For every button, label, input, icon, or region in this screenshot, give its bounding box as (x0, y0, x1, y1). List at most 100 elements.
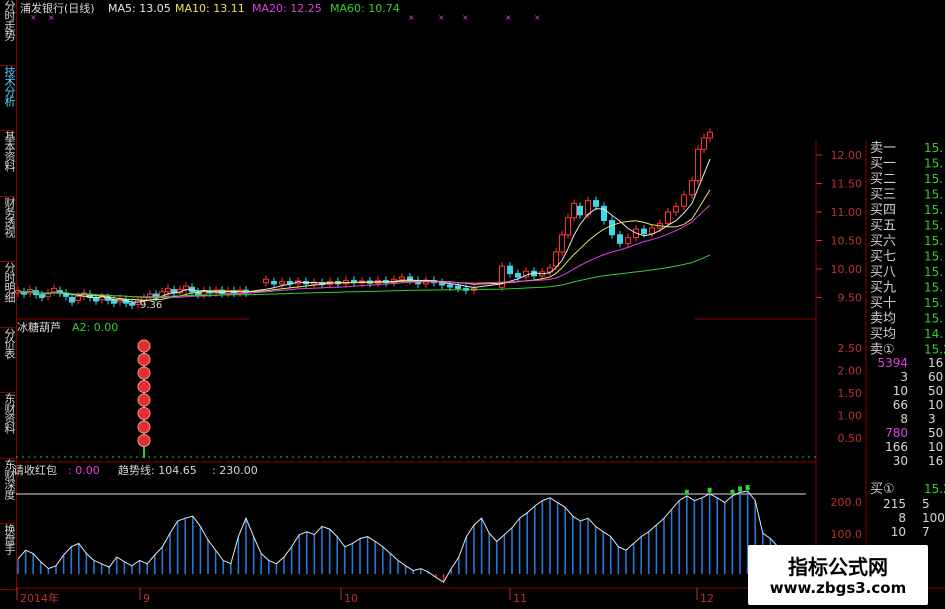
candle-25 (165, 287, 171, 293)
ind1-tick-3: 1.00 (838, 410, 863, 423)
ob-label-3: 买三 (870, 188, 896, 203)
ob-queue2-a-2: 10 (891, 525, 906, 539)
ob-queue-a-6: 166 (885, 440, 908, 454)
candle-89 (673, 205, 679, 213)
top-marker-3: × (438, 13, 445, 22)
top-marker-2: × (408, 13, 415, 22)
candle-56 (399, 276, 405, 280)
ind2-peak-88 (684, 489, 689, 495)
indicator1-name: 冰糖葫芦 (17, 320, 61, 334)
y-tick-label-4: 10.00 (831, 263, 863, 276)
ind1-tick-1: 2.00 (838, 365, 863, 378)
x-label-4: 12 (700, 592, 714, 605)
ob-label-10: 买十 (870, 296, 896, 311)
watermark-url: www.zbgs3.com (769, 579, 907, 597)
tanghulu-ball-3 (137, 380, 151, 393)
candle-68 (515, 273, 521, 278)
candle-40 (271, 281, 277, 285)
candle-76 (571, 202, 577, 219)
ind1-tick-2: 1.50 (838, 387, 863, 400)
ma-legend-item-0: MA5: 13.05 (108, 2, 171, 15)
candle-90 (681, 194, 687, 207)
ob-queue-a-5: 780 (885, 426, 908, 440)
ob-label-2: 买二 (870, 172, 896, 187)
ma-legend-item-1: MA10: 13.11 (175, 2, 245, 15)
ob-queue-b-3: 10 (928, 398, 943, 412)
low-price-marker: 9.36 (140, 300, 162, 311)
ind1-tick-0: 2.50 (838, 342, 863, 355)
ob-queue2-b-2: 7 (922, 525, 930, 539)
ob-value-0: 15. (924, 141, 943, 155)
x-axis: 2014年 9 10 11 12 (16, 588, 714, 605)
candle-41 (279, 281, 285, 285)
ma-legend-item-3: MA60: 10.74 (330, 2, 400, 15)
ind2-envelope (17, 490, 802, 583)
ind1-tick-4: 0.50 (838, 432, 863, 445)
y-tick-label-3: 10.50 (831, 235, 863, 248)
ind2-tick-0: 200.0 (831, 496, 863, 509)
ob-value-8: 15. (924, 265, 943, 279)
ob-label-9: 买九 (870, 281, 896, 296)
stock-chart: 12.0011.5011.0010.5010.009.50 浦发银行(日线) M… (13, 0, 945, 605)
tanghulu-ball-1 (137, 353, 151, 366)
candle-79 (593, 200, 599, 207)
x-label-3: 11 (513, 592, 527, 605)
ob-buy1-value: 15.2 (924, 482, 945, 496)
ob-value-2: 15. (924, 172, 943, 186)
ob-queue-b-6: 10 (928, 440, 943, 454)
top-marker-6: × (534, 13, 541, 22)
indicator2-value: : 0.00 (68, 464, 100, 477)
candle-75 (565, 217, 571, 236)
ob-value-1: 15. (924, 157, 943, 171)
indicator1-y-axis: 2.50 2.00 1.50 1.00 0.50 (838, 342, 863, 445)
x-label-1: 9 (143, 592, 150, 605)
candle-19 (129, 302, 135, 306)
ob-queue2-a-0: 215 (883, 497, 906, 511)
indicator2-name: 请收红包 (13, 463, 57, 477)
indicator2-trend: 趋势线: 104.65 (118, 463, 197, 477)
ob-queue-a-2: 10 (893, 384, 908, 398)
ob-queue-a-1: 3 (900, 370, 908, 384)
ob-value-6: 15. (924, 234, 943, 248)
ob-queue-a-3: 66 (893, 398, 908, 412)
ob-queue-b-7: 16 (928, 454, 943, 468)
tanghulu-ball-4 (137, 393, 151, 407)
ind2-peak-94 (730, 489, 735, 495)
ob-label-8: 买八 (870, 265, 896, 280)
candle-10 (75, 295, 81, 301)
ob-value-13: 15.2 (924, 343, 945, 357)
indicator2-y-axis: 200.0 100.0 (831, 496, 863, 541)
candle-67 (507, 265, 513, 275)
ob-buy1-label: 买① (870, 482, 895, 497)
top-marker-4: × (462, 13, 469, 22)
candle-86 (649, 227, 655, 235)
ob-label-5: 买五 (870, 219, 896, 234)
ob-value-12: 14. (924, 327, 943, 341)
ma-legend: MA5: 13.05 MA10: 13.11 MA20: 12.25 MA60: 10… (108, 2, 400, 15)
indicator2-extra: : 230.00 (212, 464, 258, 477)
candle-85 (641, 228, 647, 235)
candle-82 (617, 234, 623, 244)
candle-91 (689, 180, 695, 196)
ob-label-6: 买六 (870, 234, 896, 249)
tanghulu-ball-5 (137, 407, 151, 420)
ob-label-0: 卖一 (870, 141, 896, 156)
ob-value-5: 15. (924, 219, 943, 233)
top-marker-5: × (505, 13, 512, 22)
watermark-title: 指标公式网 (788, 555, 888, 579)
candle-81 (609, 220, 615, 236)
y-tick-label-0: 12.00 (831, 149, 863, 162)
candle-83 (625, 237, 631, 244)
ob-queue2-b-0: 5 (922, 497, 930, 511)
ob-label-11: 卖均 (870, 312, 896, 327)
ind2-peak-91 (707, 487, 712, 493)
ma-legend-item-2: MA20: 12.25 (252, 2, 322, 15)
ob-label-4: 买四 (870, 203, 896, 218)
ob-value-9: 15. (924, 281, 943, 295)
ob-queue-a-0: 5394 (877, 356, 908, 370)
candle-74 (559, 234, 565, 253)
ob-label-7: 买七 (870, 250, 896, 265)
candle-77 (577, 205, 583, 216)
candle-63 (455, 285, 461, 289)
candle-9 (69, 297, 75, 303)
